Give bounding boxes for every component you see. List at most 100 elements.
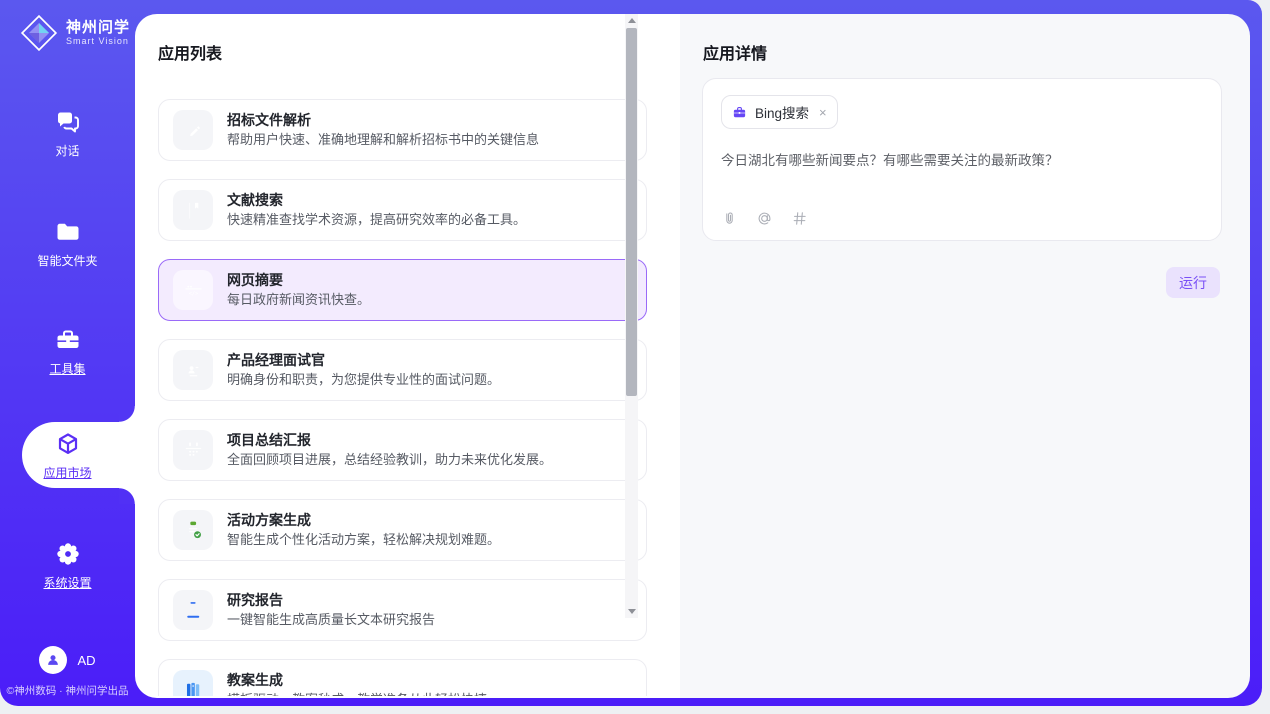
app-list-item[interactable]: 产品经理面试官 明确身份和职责，为您提供专业性的面试问题。 <box>158 339 647 401</box>
person-icon <box>44 651 62 669</box>
app-list-item[interactable]: 研究报告 一键智能生成高质量长文本研究报告 <box>158 579 647 641</box>
toolbox-icon <box>54 326 82 354</box>
app-text: 网页摘要 每日政府新闻资讯快查。 <box>227 271 370 309</box>
app-text: 教案生成 模板驱动，教案秒成，教学准备从此轻松快捷 <box>227 671 487 696</box>
user-name: AD <box>77 653 95 668</box>
app-list-item[interactable]: 教案生成 模板驱动，教案秒成，教学准备从此轻松快捷 <box>158 659 647 696</box>
brand-logo: 神州问学 Smart Vision <box>20 14 130 52</box>
app-name: 活动方案生成 <box>227 511 500 529</box>
app-description: 每日政府新闻资讯快查。 <box>227 291 370 309</box>
app-list-item[interactable]: 项目总结汇报 全面回顾项目进展，总结经验教训，助力未来优化发展。 <box>158 419 647 481</box>
tender-doc-icon <box>182 119 205 142</box>
app-icon-tile <box>173 350 213 390</box>
paperclip-icon <box>721 210 738 227</box>
pm-interviewer-icon <box>182 359 205 382</box>
app-frame: 神州问学 Smart Vision 对话 智能文件夹 工具集 应用市场 系统设置 <box>0 0 1262 706</box>
app-text: 活动方案生成 智能生成个性化活动方案，轻松解决规划难题。 <box>227 511 500 549</box>
app-icon-tile <box>173 110 213 150</box>
run-button[interactable]: 运行 <box>1166 267 1220 298</box>
app-description: 一键智能生成高质量长文本研究报告 <box>227 611 435 629</box>
sidebar-item-label: 工具集 <box>0 360 135 377</box>
app-icon-tile <box>173 270 213 310</box>
sidebar-item-label: 智能文件夹 <box>0 252 135 269</box>
research-report-icon <box>182 599 205 622</box>
sidebar-item-label: 应用市场 <box>0 464 135 481</box>
app-description: 智能生成个性化活动方案，轻松解决规划难题。 <box>227 531 500 549</box>
app-list-title: 应用列表 <box>135 14 680 64</box>
briefcase-icon <box>732 105 747 120</box>
copyright-text: ©神州数码 · 神州问学出品 <box>0 683 135 698</box>
sidebar-item-app-market[interactable]: 应用市场 <box>0 430 135 481</box>
cube-icon <box>54 430 82 458</box>
sidebar-item-label: 系统设置 <box>0 574 135 591</box>
app-text: 文献搜索 快速精准查找学术资源，提高研究效率的必备工具。 <box>227 191 526 229</box>
hash-icon[interactable] <box>791 210 808 227</box>
chip-close-icon[interactable]: × <box>819 105 827 120</box>
app-description: 全面回顾项目进展，总结经验教训，助力未来优化发展。 <box>227 451 552 469</box>
app-list: 招标文件解析 帮助用户快速、准确地理解和解析招标书中的关键信息 文献搜索 快速精… <box>158 92 661 696</box>
app-name: 教案生成 <box>227 671 487 689</box>
mention-icon[interactable] <box>756 210 773 227</box>
scrollbar-thumb[interactable] <box>626 28 637 396</box>
app-detail-title: 应用详情 <box>680 14 1250 64</box>
tool-chip-label: Bing搜索 <box>755 102 809 122</box>
composer-toolbar <box>721 210 808 227</box>
app-description: 明确身份和职责，为您提供专业性的面试问题。 <box>227 371 500 389</box>
app-icon-tile <box>173 430 213 470</box>
sidebar-item-chat[interactable]: 对话 <box>0 108 135 159</box>
app-list-item[interactable]: 网页摘要 每日政府新闻资讯快查。 <box>158 259 647 321</box>
lesson-plan-icon <box>182 679 205 697</box>
tool-chip-bing-search[interactable]: Bing搜索 × <box>721 95 838 129</box>
main-content: 应用列表 招标文件解析 帮助用户快速、准确地理解和解析招标书中的关键信息 文献搜… <box>135 14 1250 698</box>
app-list-item[interactable]: 文献搜索 快速精准查找学术资源，提高研究效率的必备工具。 <box>158 179 647 241</box>
prompt-card[interactable]: Bing搜索 × 今日湖北有哪些新闻要点？有哪些需要关注的最新政策？ <box>702 78 1222 241</box>
sidebar-item-label: 对话 <box>0 142 135 159</box>
literature-search-icon <box>182 199 205 222</box>
brand-text: 神州问学 Smart Vision <box>66 19 130 47</box>
app-detail-panel: 应用详情 Bing搜索 × 今日湖北有哪些新闻要点？有哪些需要关注的最新政策？ … <box>680 14 1250 698</box>
brand-logo-icon <box>20 14 58 52</box>
brand-subtitle: Smart Vision <box>66 36 130 47</box>
query-text[interactable]: 今日湖北有哪些新闻要点？有哪些需要关注的最新政策？ <box>721 151 1203 170</box>
app-window: 神州问学 Smart Vision 对话 智能文件夹 工具集 应用市场 系统设置 <box>0 0 1270 714</box>
avatar <box>39 646 67 674</box>
triangle-up-icon <box>628 18 636 23</box>
sidebar-item-smart-folders[interactable]: 智能文件夹 <box>0 218 135 269</box>
mention-icon <box>756 210 773 227</box>
app-description: 快速精准查找学术资源，提高研究效率的必备工具。 <box>227 211 526 229</box>
app-list-item[interactable]: 活动方案生成 智能生成个性化活动方案，轻松解决规划难题。 <box>158 499 647 561</box>
app-name: 产品经理面试官 <box>227 351 500 369</box>
paperclip-icon[interactable] <box>721 210 738 227</box>
project-summary-icon <box>182 439 205 462</box>
sidebar-item-settings[interactable]: 系统设置 <box>0 540 135 591</box>
app-name: 招标文件解析 <box>227 111 539 129</box>
hash-icon <box>791 210 808 227</box>
active-nav-fillet-top <box>119 406 135 422</box>
sidebar: 神州问学 Smart Vision 对话 智能文件夹 工具集 应用市场 系统设置 <box>0 0 135 706</box>
app-text: 招标文件解析 帮助用户快速、准确地理解和解析招标书中的关键信息 <box>227 111 539 149</box>
gear-icon <box>54 540 82 568</box>
app-name: 项目总结汇报 <box>227 431 552 449</box>
chat-icon <box>54 108 82 136</box>
event-plan-icon <box>182 519 205 542</box>
scrollbar[interactable] <box>625 14 638 618</box>
app-description: 帮助用户快速、准确地理解和解析招标书中的关键信息 <box>227 131 539 149</box>
app-icon-tile <box>173 190 213 230</box>
app-list-item[interactable]: 招标文件解析 帮助用户快速、准确地理解和解析招标书中的关键信息 <box>158 99 647 161</box>
active-nav-fillet-bottom <box>119 488 135 504</box>
app-icon-tile <box>173 670 213 696</box>
app-name: 研究报告 <box>227 591 435 609</box>
folder-icon <box>54 218 82 246</box>
scrollbar-up-button[interactable] <box>625 14 638 27</box>
web-summary-icon <box>182 279 205 302</box>
app-text: 产品经理面试官 明确身份和职责，为您提供专业性的面试问题。 <box>227 351 500 389</box>
scrollbar-down-button[interactable] <box>625 605 638 618</box>
app-icon-tile <box>173 590 213 630</box>
app-list-panel: 应用列表 招标文件解析 帮助用户快速、准确地理解和解析招标书中的关键信息 文献搜… <box>135 14 680 698</box>
user-account[interactable]: AD <box>0 646 135 674</box>
app-icon-tile <box>173 510 213 550</box>
sidebar-item-toolset[interactable]: 工具集 <box>0 326 135 377</box>
app-text: 项目总结汇报 全面回顾项目进展，总结经验教训，助力未来优化发展。 <box>227 431 552 469</box>
app-description: 模板驱动，教案秒成，教学准备从此轻松快捷 <box>227 691 487 696</box>
triangle-down-icon <box>628 609 636 614</box>
